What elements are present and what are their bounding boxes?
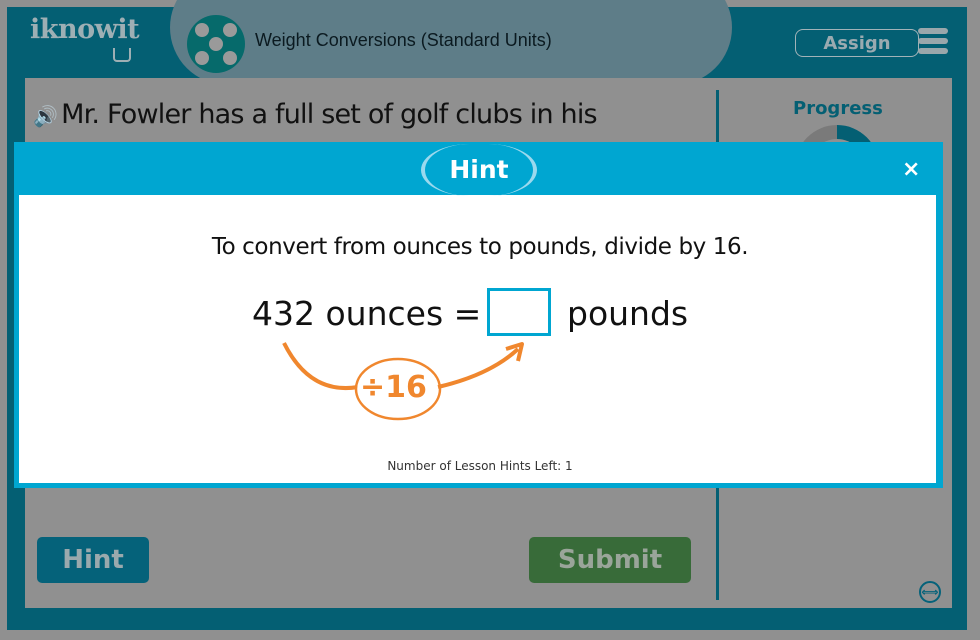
- arrow-curve-left: [282, 342, 359, 390]
- hint-button[interactable]: Hint: [37, 537, 149, 583]
- assign-button[interactable]: Assign: [795, 29, 919, 57]
- equation-left: 432 ounces =: [252, 294, 482, 333]
- question-text-content: Mr. Fowler has a full set of golf clubs …: [61, 99, 598, 130]
- expand-arrows-icon[interactable]: ⟺: [919, 581, 941, 603]
- lesson-icon: [187, 15, 245, 73]
- hint-modal-title: Hint: [421, 144, 537, 196]
- speaker-icon[interactable]: 🔊: [33, 104, 58, 128]
- hint-instruction: To convert from ounces to pounds, divide…: [211, 234, 749, 260]
- iknowit-logo[interactable]: iknowit: [30, 14, 140, 45]
- submit-button[interactable]: Submit: [529, 537, 691, 583]
- lightbulb-icon: [113, 48, 131, 62]
- hints-left-counter: Number of Lesson Hints Left: 1: [387, 459, 573, 473]
- close-icon[interactable]: ×: [902, 157, 920, 182]
- arrow-curve-right: [437, 347, 520, 389]
- question-text: 🔊 Mr. Fowler has a full set of golf clubs…: [33, 99, 598, 130]
- hamburger-menu-icon[interactable]: [918, 28, 948, 58]
- equation-right: pounds: [567, 294, 689, 333]
- progress-label: Progress: [793, 98, 883, 119]
- lesson-title: Weight Conversions (Standard Units): [255, 30, 552, 50]
- divisor-label: ÷16: [360, 370, 427, 405]
- answer-box: [487, 288, 551, 336]
